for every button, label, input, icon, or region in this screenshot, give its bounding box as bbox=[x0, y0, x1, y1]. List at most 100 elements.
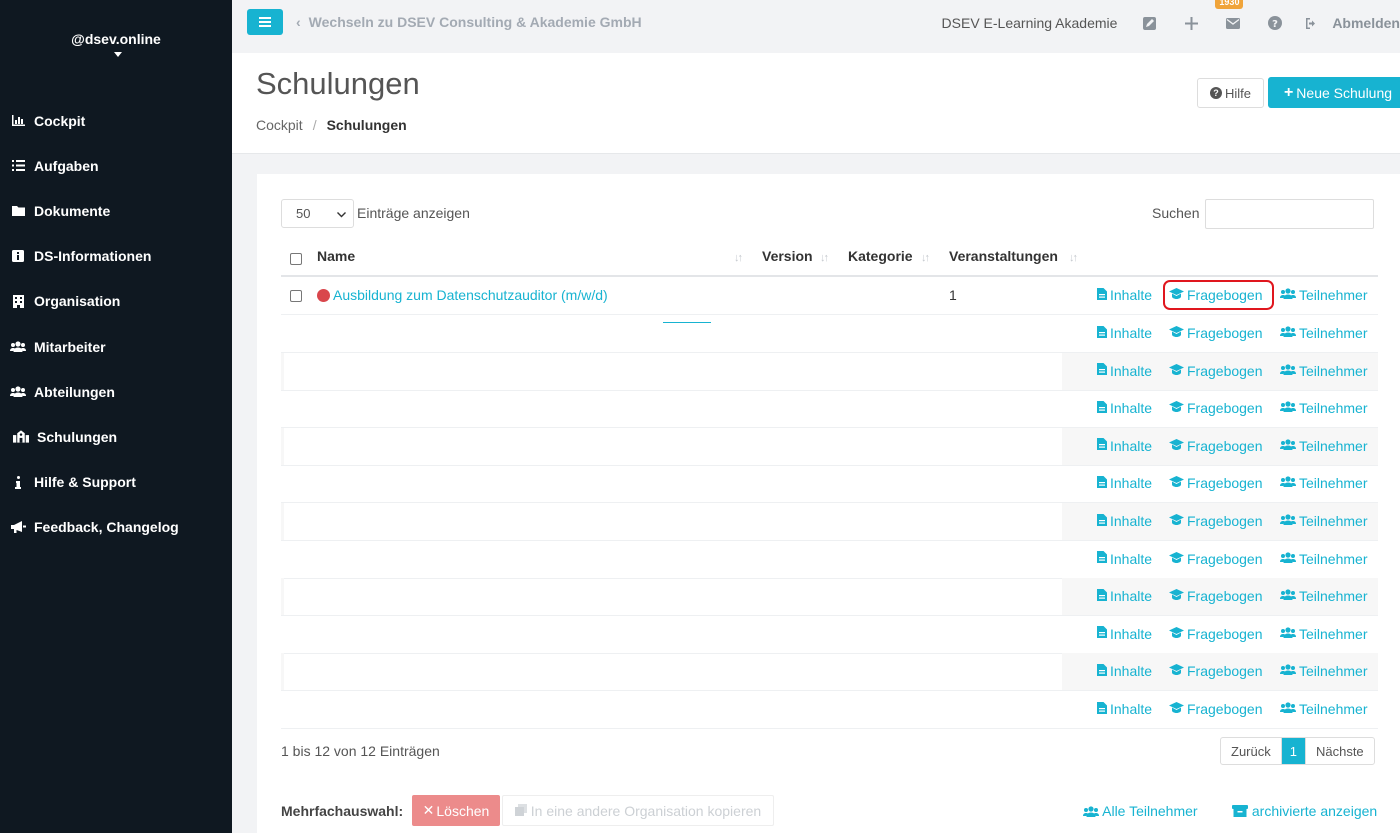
copy-label: In eine andere Organisation kopieren bbox=[530, 802, 762, 819]
menu-toggle-button[interactable] bbox=[247, 9, 283, 35]
sort-icon[interactable]: ↓↑ bbox=[921, 252, 930, 264]
course-name-link[interactable]: Ausbildung zum Datenschutzauditor (m/w/d… bbox=[333, 287, 608, 303]
breadcrumb: Cockpit / Schulungen bbox=[256, 117, 407, 133]
plus-icon[interactable] bbox=[1179, 11, 1203, 35]
contents-link[interactable]: Inhalte bbox=[1097, 287, 1152, 303]
search-input[interactable] bbox=[1205, 199, 1374, 229]
participants-link[interactable]: Teilnehmer bbox=[1280, 400, 1367, 416]
participants-link[interactable]: Teilnehmer bbox=[1280, 551, 1367, 567]
pagination-prev[interactable]: Zurück bbox=[1221, 738, 1281, 764]
pagination-current[interactable]: 1 bbox=[1280, 738, 1305, 764]
participants-link[interactable]: Teilnehmer bbox=[1280, 438, 1367, 454]
academy-name[interactable]: DSEV E-Learning Akademie bbox=[942, 15, 1118, 31]
contents-link[interactable]: Inhalte bbox=[1097, 626, 1152, 642]
sidebar-item-schulungen[interactable]: Schulungen bbox=[0, 414, 232, 459]
info-icon bbox=[10, 475, 26, 489]
column-kategorie[interactable]: Kategorie bbox=[848, 248, 913, 264]
graduation-cap-icon bbox=[1169, 514, 1184, 528]
participants-link[interactable]: Teilnehmer bbox=[1280, 513, 1367, 529]
questionnaire-link[interactable]: Fragebogen bbox=[1169, 400, 1263, 416]
breadcrumb-current: Schulungen bbox=[326, 117, 407, 133]
help-icon[interactable]: ? bbox=[1263, 11, 1287, 35]
contents-link[interactable]: Inhalte bbox=[1097, 663, 1152, 679]
contents-label: Inhalte bbox=[1110, 325, 1153, 341]
logout-button[interactable]: Abmelden bbox=[1305, 15, 1400, 31]
column-version[interactable]: Version bbox=[762, 248, 813, 264]
mail-icon[interactable]: 1930 bbox=[1215, 0, 1245, 35]
participants-link[interactable]: Teilnehmer bbox=[1280, 475, 1367, 491]
help-button[interactable]: ? Hilfe bbox=[1197, 78, 1264, 108]
questionnaire-link[interactable]: Fragebogen bbox=[1169, 287, 1263, 303]
contents-link[interactable]: Inhalte bbox=[1097, 438, 1152, 454]
divider bbox=[663, 322, 711, 323]
sidebar-item-aufgaben[interactable]: Aufgaben bbox=[0, 143, 232, 188]
caret-down-icon[interactable] bbox=[114, 52, 122, 57]
sidebar-item-ds-informationen[interactable]: DS-Informationen bbox=[0, 234, 232, 279]
sidebar-item-mitarbeiter[interactable]: Mitarbeiter bbox=[0, 324, 232, 369]
questionnaire-label: Fragebogen bbox=[1187, 701, 1263, 717]
participants-link[interactable]: Teilnehmer bbox=[1280, 325, 1367, 341]
questionnaire-link[interactable]: Fragebogen bbox=[1169, 551, 1263, 567]
edit-icon[interactable] bbox=[1137, 11, 1161, 35]
questionnaire-link[interactable]: Fragebogen bbox=[1169, 475, 1263, 491]
pagination-next[interactable]: Nächste bbox=[1304, 738, 1374, 764]
questionnaire-link[interactable]: Fragebogen bbox=[1169, 588, 1263, 604]
copy-to-organisation-button[interactable]: In eine andere Organisation kopieren bbox=[502, 795, 774, 826]
questionnaire-link[interactable]: Fragebogen bbox=[1169, 325, 1263, 341]
select-all-checkbox[interactable] bbox=[290, 253, 302, 265]
chart-bar-icon bbox=[10, 114, 26, 128]
questionnaire-link[interactable]: Fragebogen bbox=[1169, 438, 1263, 454]
participants-link[interactable]: Teilnehmer bbox=[1280, 701, 1367, 717]
sidebar-item-dokumente[interactable]: Dokumente bbox=[0, 188, 232, 233]
contents-link[interactable]: Inhalte bbox=[1097, 325, 1152, 341]
participants-link[interactable]: Teilnehmer bbox=[1280, 663, 1367, 679]
contents-label: Inhalte bbox=[1110, 362, 1153, 379]
sidebar-item-organisation[interactable]: Organisation bbox=[0, 279, 232, 324]
sidebar-item-feedback[interactable]: Feedback, Changelog bbox=[0, 505, 232, 550]
sort-icon[interactable]: ↓↑ bbox=[1069, 252, 1078, 264]
sidebar: @dsev.online Cockpit Aufgaben Dokumente … bbox=[0, 0, 232, 833]
contents-link[interactable]: Inhalte bbox=[1097, 513, 1152, 529]
sidebar-item-hilfe-support[interactable]: Hilfe & Support bbox=[0, 460, 232, 505]
breadcrumb-cockpit[interactable]: Cockpit bbox=[256, 117, 303, 133]
list-icon bbox=[10, 159, 26, 173]
new-training-button[interactable]: + Neue Schulung bbox=[1268, 77, 1400, 108]
user-name[interactable]: @dsev.online bbox=[0, 31, 232, 47]
participants-link[interactable]: Teilnehmer bbox=[1280, 626, 1367, 642]
table-row: Inhalte Fragebogen Teilnehmer bbox=[281, 653, 1378, 691]
sort-icon[interactable]: ↓↑ bbox=[820, 252, 829, 264]
switch-organisation-link[interactable]: ‹ Wechseln zu DSEV Consulting & Akademie … bbox=[296, 14, 642, 30]
contents-link[interactable]: Inhalte bbox=[1097, 475, 1152, 491]
questionnaire-link[interactable]: Fragebogen bbox=[1169, 513, 1263, 529]
page-length-select[interactable]: 50 bbox=[281, 199, 354, 228]
file-icon bbox=[1097, 287, 1107, 303]
contents-link[interactable]: Inhalte bbox=[1097, 551, 1152, 567]
questionnaire-link[interactable]: Fragebogen bbox=[1169, 663, 1263, 679]
contents-link[interactable]: Inhalte bbox=[1097, 400, 1152, 416]
participants-link[interactable]: Teilnehmer bbox=[1280, 363, 1367, 379]
file-icon bbox=[1097, 325, 1107, 341]
questionnaire-link[interactable]: Fragebogen bbox=[1169, 701, 1263, 717]
table-row: Inhalte Fragebogen Teilnehmer bbox=[281, 691, 1378, 729]
contents-link[interactable]: Inhalte bbox=[1097, 588, 1152, 604]
graduation-cap-icon bbox=[1169, 326, 1184, 340]
column-veranstaltungen[interactable]: Veranstaltungen bbox=[949, 248, 1058, 264]
contents-link[interactable]: Inhalte bbox=[1097, 701, 1152, 717]
column-name[interactable]: Name bbox=[317, 248, 355, 264]
sidebar-item-abteilungen[interactable]: Abteilungen bbox=[0, 369, 232, 414]
table-row: Inhalte Fragebogen Teilnehmer bbox=[281, 390, 1378, 428]
contents-link[interactable]: Inhalte bbox=[1097, 363, 1152, 379]
participants-link[interactable]: Teilnehmer bbox=[1280, 588, 1367, 604]
show-archived-link[interactable]: archivierte anzeigen bbox=[1232, 803, 1377, 819]
page-title: Schulungen bbox=[256, 66, 420, 101]
sidebar-item-cockpit[interactable]: Cockpit bbox=[0, 98, 232, 143]
sort-icon[interactable]: ↓↑ bbox=[734, 252, 743, 264]
file-icon bbox=[1097, 701, 1107, 717]
delete-button[interactable]: ✕ Löschen bbox=[412, 795, 500, 826]
chevron-left-icon: ‹ bbox=[296, 14, 301, 30]
all-participants-link[interactable]: Alle Teilnehmer bbox=[1083, 803, 1198, 819]
participants-link[interactable]: Teilnehmer bbox=[1280, 287, 1367, 303]
row-checkbox[interactable] bbox=[290, 290, 302, 302]
questionnaire-link[interactable]: Fragebogen bbox=[1169, 363, 1263, 379]
questionnaire-link[interactable]: Fragebogen bbox=[1169, 626, 1263, 642]
